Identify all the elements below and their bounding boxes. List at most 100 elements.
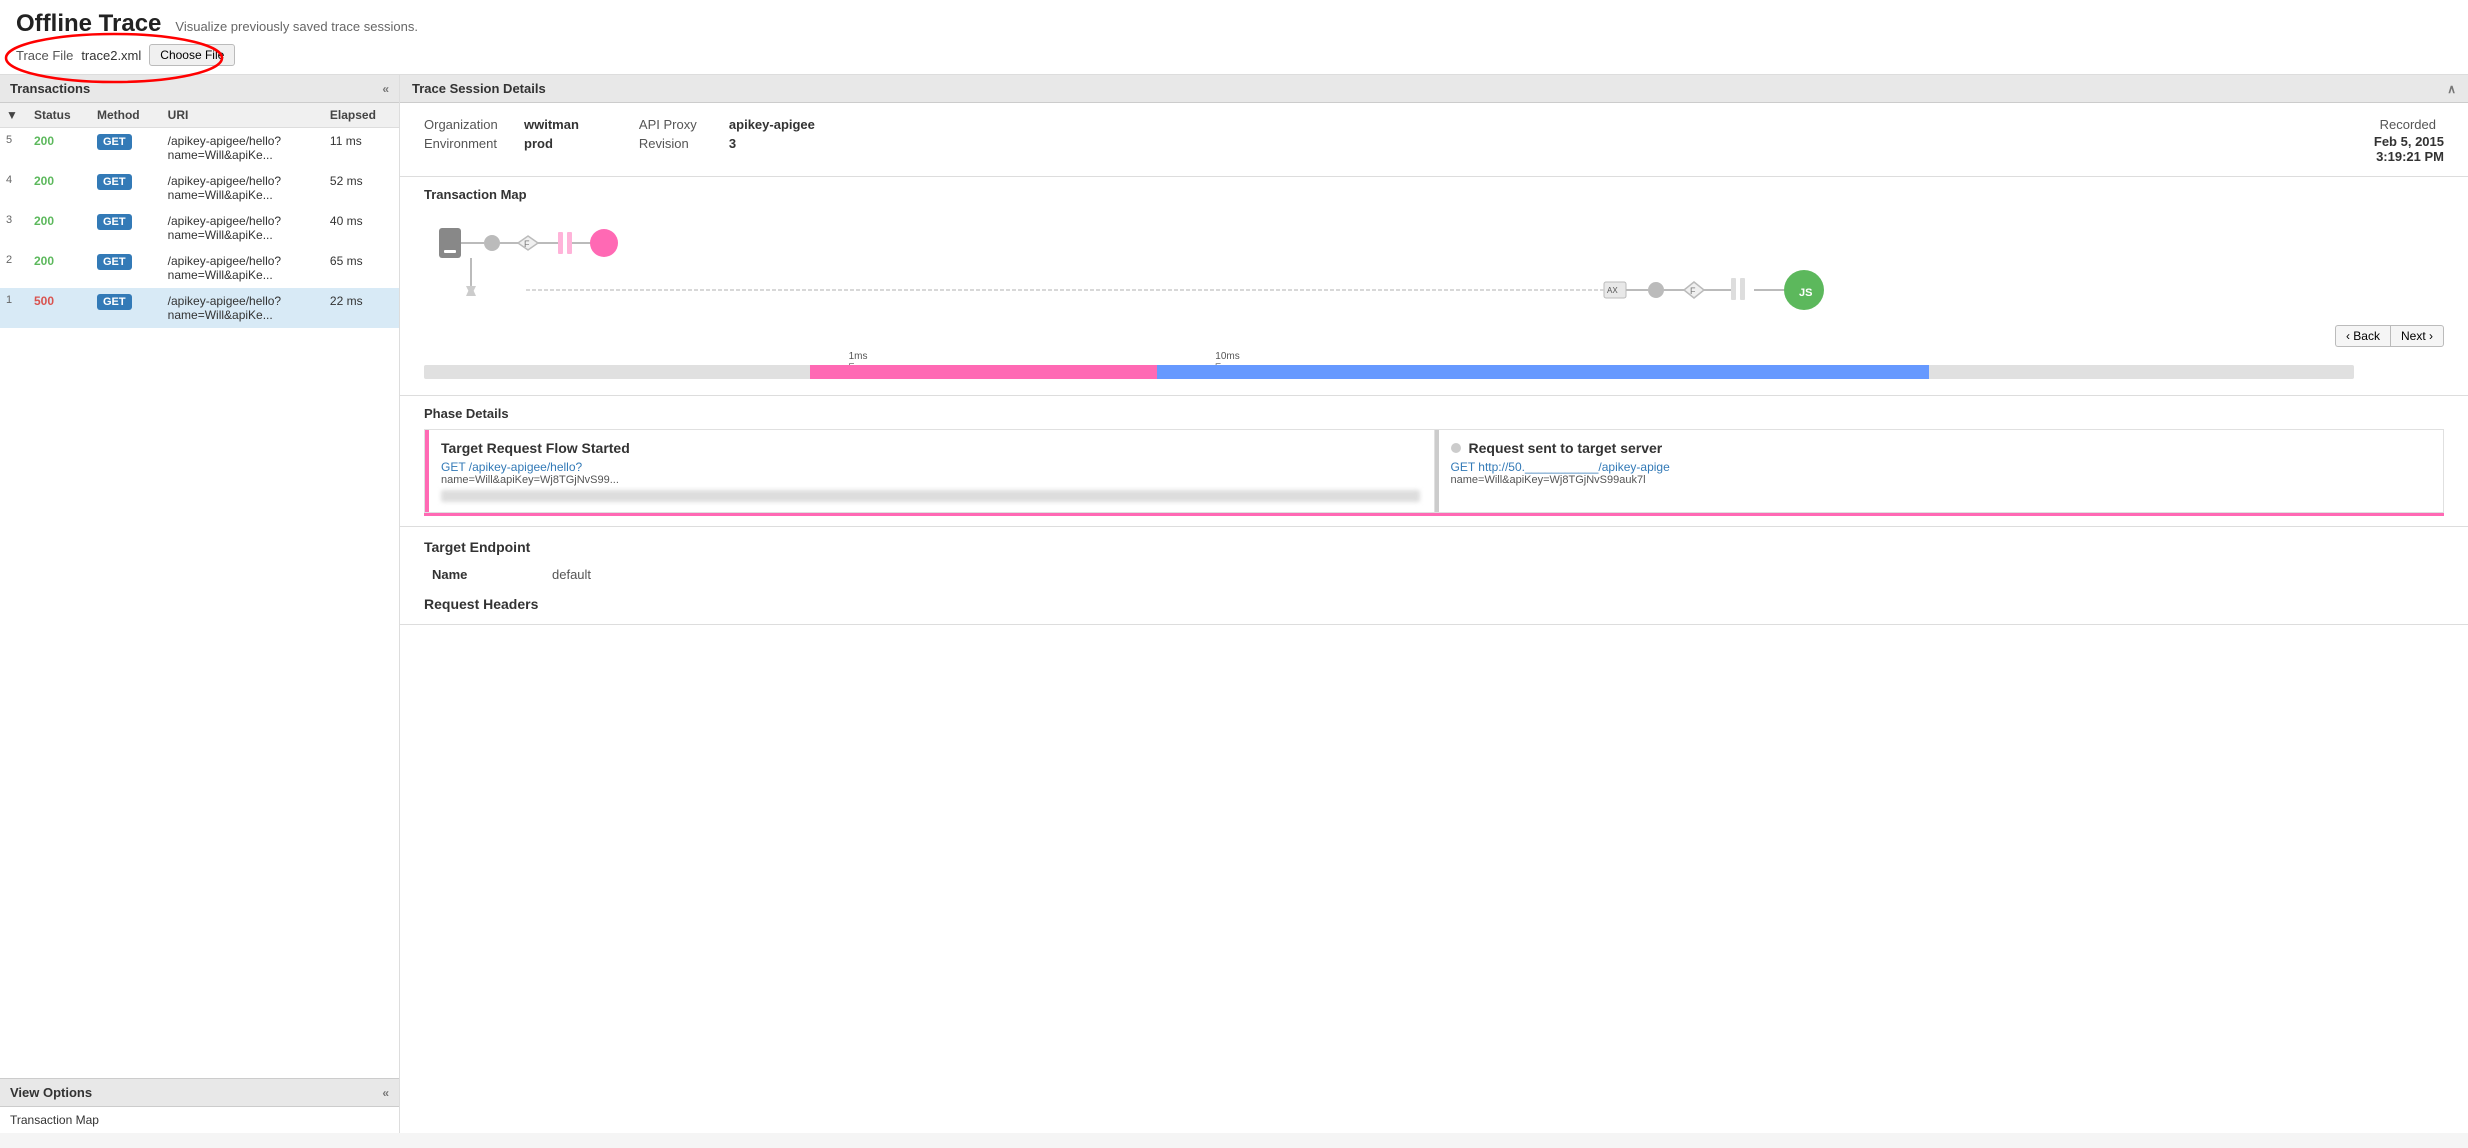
flow-svg: F xyxy=(424,210,2444,325)
right-panel: Trace Session Details ∧ Organization wwi… xyxy=(400,75,2468,1133)
tx-num: 2 xyxy=(0,248,28,288)
header: Offline Trace Visualize previously saved… xyxy=(0,0,2468,75)
transactions-panel-header: Transactions « xyxy=(0,75,399,103)
table-row[interactable]: 3 200 GET /apikey-apigee/hello? name=Wil… xyxy=(0,208,399,248)
tx-uri: /apikey-apigee/hello? name=Will&apiKe... xyxy=(162,208,324,248)
recorded-label: Recorded xyxy=(2380,117,2436,132)
svg-text:AX: AX xyxy=(1607,286,1618,295)
svg-text:F: F xyxy=(1690,286,1696,296)
timeline-blue-bar xyxy=(1157,365,1929,379)
phase-card-1: Target Request Flow Started GET /apikey-… xyxy=(424,429,1434,513)
svg-text:JS: JS xyxy=(1799,287,1812,299)
phase-card-1-blur xyxy=(441,490,1420,502)
bar1 xyxy=(558,232,563,254)
org-value: wwitman xyxy=(524,117,579,132)
view-options-content: Transaction Map xyxy=(0,1107,399,1133)
timeline-pink-bar xyxy=(810,365,1157,379)
env-label: Environment xyxy=(424,136,514,151)
org-label: Organization xyxy=(424,117,514,132)
col-uri: URI xyxy=(162,103,324,128)
phase-details-section: Phase Details Target Request Flow Starte… xyxy=(400,396,2468,527)
recorded-group: Recorded Feb 5, 2015 3:19:21 PM xyxy=(2374,117,2444,164)
tx-method: GET xyxy=(91,168,162,208)
phone-icon xyxy=(439,228,461,258)
col-elapsed: Elapsed xyxy=(324,103,399,128)
tx-elapsed: 22 ms xyxy=(324,288,399,328)
tx-num: 4 xyxy=(0,168,28,208)
tx-elapsed: 65 ms xyxy=(324,248,399,288)
choose-file-button[interactable]: Choose File xyxy=(149,44,235,66)
page-title: Offline Trace xyxy=(16,10,161,38)
phase-dot-2 xyxy=(1451,443,1461,453)
endpoint-title: Target Endpoint xyxy=(424,539,2444,555)
phase-card-2: Request sent to target server GET http:/… xyxy=(1434,429,2445,513)
table-row[interactable]: 2 200 GET /apikey-apigee/hello? name=Wil… xyxy=(0,248,399,288)
request-headers-title: Request Headers xyxy=(424,596,2444,612)
transactions-table: ▼ Status Method URI Elapsed 5 200 GET /a… xyxy=(0,103,399,328)
tx-method: GET xyxy=(91,248,162,288)
tx-method: GET xyxy=(91,208,162,248)
table-row[interactable]: 5 200 GET /apikey-apigee/hello? name=Wil… xyxy=(0,128,399,169)
table-row[interactable]: 4 200 GET /apikey-apigee/hello? name=Wil… xyxy=(0,168,399,208)
phase-card-2-params: name=Will&apiKey=Wj8TGjNvS99auk7l xyxy=(1451,474,2430,486)
page-subtitle: Visualize previously saved trace session… xyxy=(175,19,418,34)
proxy-circle xyxy=(484,235,500,251)
trace-file-name: trace2.xml xyxy=(81,48,141,63)
tx-uri: /apikey-apigee/hello? name=Will&apiKe... xyxy=(162,288,324,328)
tx-num: 5 xyxy=(0,128,28,169)
timeline-bar-bg xyxy=(424,365,2354,379)
trace-session-label: Trace Session Details xyxy=(412,81,546,96)
transaction-map-option: Transaction Map xyxy=(10,1113,99,1127)
tx-elapsed: 40 ms xyxy=(324,208,399,248)
view-options-header[interactable]: View Options « xyxy=(0,1079,399,1107)
phase-card-1-params: name=Will&apiKey=Wj8TGjNvS99... xyxy=(441,474,1420,486)
endpoint-section: Target Endpoint Name default Request Hea… xyxy=(400,527,2468,625)
selected-phase-circle[interactable] xyxy=(590,229,618,257)
tx-method: GET xyxy=(91,128,162,169)
trace-session-header: Trace Session Details ∧ xyxy=(400,75,2468,103)
tx-status: 200 xyxy=(28,248,91,288)
endpoint-name-label: Name xyxy=(424,563,544,586)
trace-file-label: Trace File xyxy=(16,48,73,63)
phase-card-2-title: Request sent to target server xyxy=(1469,440,1663,456)
col-sort[interactable]: ▼ xyxy=(0,103,28,128)
transactions-label: Transactions xyxy=(10,81,90,96)
session-details: Organization wwitman Environment prod AP… xyxy=(400,103,2468,177)
table-row[interactable]: 1 500 GET /apikey-apigee/hello? name=Wil… xyxy=(0,288,399,328)
api-proxy-label: API Proxy xyxy=(639,117,719,132)
trace-session-collapse-icon[interactable]: ∧ xyxy=(2447,82,2456,96)
tx-method: GET xyxy=(91,288,162,328)
tx-num: 1 xyxy=(0,288,28,328)
tx-num: 3 xyxy=(0,208,28,248)
collapse-icon[interactable]: « xyxy=(382,82,389,96)
timeline-section: ‹ Back Next › 1ms ⌐ 10ms ⌐ xyxy=(424,325,2444,383)
left-panel: Transactions « ▼ Status Method URI Elaps… xyxy=(0,75,400,1133)
col-method: Method xyxy=(91,103,162,128)
svg-text:F: F xyxy=(524,239,530,249)
view-options-collapse-icon[interactable]: « xyxy=(382,1086,389,1100)
endpoint-name-row: Name default xyxy=(424,563,2444,586)
api-proxy-value: apikey-apigee xyxy=(729,117,815,132)
recorded-time: 3:19:21 PM xyxy=(2376,149,2444,164)
next-button[interactable]: Next › xyxy=(2390,325,2444,347)
tx-uri: /apikey-apigee/hello? name=Will&apiKe... xyxy=(162,168,324,208)
recorded-date: Feb 5, 2015 xyxy=(2374,134,2444,149)
phase-card-1-url: GET /apikey-apigee/hello? xyxy=(441,460,1420,474)
tx-status: 200 xyxy=(28,128,91,169)
col-status: Status xyxy=(28,103,91,128)
back-button[interactable]: ‹ Back xyxy=(2335,325,2390,347)
revision-value: 3 xyxy=(729,136,736,151)
endpoint-name-value: default xyxy=(544,563,2444,586)
env-value: prod xyxy=(524,136,553,151)
tx-elapsed: 11 ms xyxy=(324,128,399,169)
flow-diagram: F xyxy=(424,210,2444,325)
tx-status: 500 xyxy=(28,288,91,328)
phase-details-title: Phase Details xyxy=(424,406,2444,421)
org-env-group: Organization wwitman Environment prod xyxy=(424,117,579,151)
transaction-map-section: Transaction Map xyxy=(400,177,2468,396)
right-content: Organization wwitman Environment prod AP… xyxy=(400,103,2468,1133)
phase-indicator-2 xyxy=(1435,430,1439,512)
phase-indicator-1 xyxy=(425,430,429,512)
view-options-label: View Options xyxy=(10,1085,92,1100)
tx-uri: /apikey-apigee/hello? name=Will&apiKe... xyxy=(162,248,324,288)
